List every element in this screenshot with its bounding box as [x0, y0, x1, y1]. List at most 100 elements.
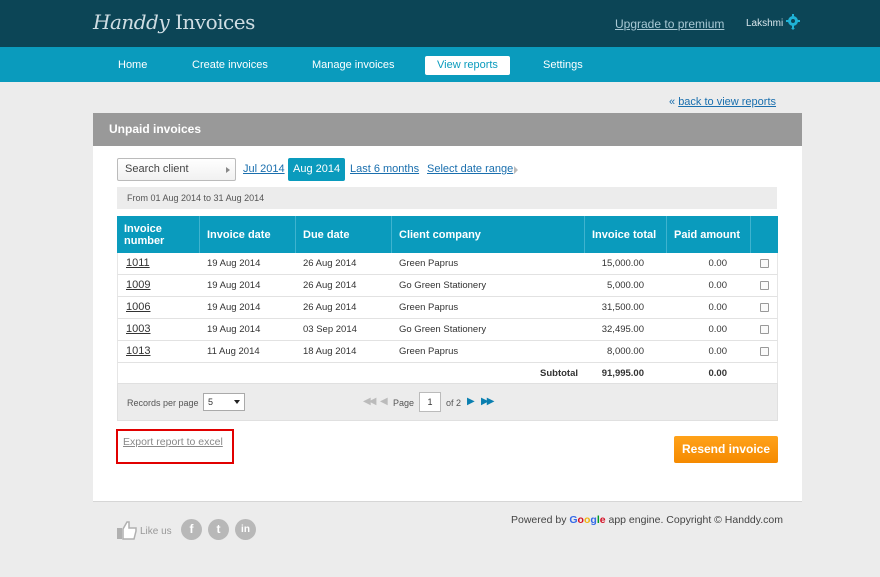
- invoice-date: 19 Aug 2014: [207, 258, 261, 269]
- google-letter: G: [569, 514, 578, 526]
- records-per-page-select[interactable]: 5: [203, 393, 245, 411]
- double-chevron-left-icon: «: [669, 96, 676, 108]
- paid-amount: 0.00: [708, 346, 728, 357]
- first-page-icon[interactable]: ◀◀: [363, 396, 376, 407]
- prev-page-icon[interactable]: ◀: [380, 396, 388, 407]
- export-to-excel-link[interactable]: Export report to excel: [123, 436, 223, 448]
- paid-amount: 0.00: [708, 258, 728, 269]
- nav-create-invoices[interactable]: Create invoices: [180, 56, 280, 75]
- due-date: 03 Sep 2014: [303, 324, 357, 335]
- col-invoice-date[interactable]: Invoice date: [200, 216, 296, 253]
- col-select: [751, 216, 778, 253]
- row-checkbox[interactable]: [760, 281, 769, 290]
- period-select-date-range[interactable]: Select date range: [427, 158, 513, 181]
- col-invoice-number[interactable]: Invoice number: [117, 216, 200, 253]
- back-link-label: back to view reports: [678, 96, 777, 108]
- page-title: Unpaid invoices: [93, 113, 802, 146]
- col-client-company[interactable]: Client company: [392, 216, 585, 253]
- powered-suffix: app engine. Copyright © Handdy.com: [608, 514, 783, 526]
- resend-invoice-button[interactable]: Resend invoice: [674, 436, 778, 463]
- table-row: 1003 19 Aug 2014 03 Sep 2014 Go Green St…: [117, 319, 778, 341]
- gear-icon[interactable]: [785, 14, 801, 30]
- due-date: 26 Aug 2014: [303, 302, 357, 313]
- chevron-right-icon: [514, 166, 518, 174]
- client-company: Green Paprus: [399, 346, 459, 357]
- user-name[interactable]: Lakshmi: [746, 18, 783, 29]
- top-bar: Handdy Invoices Upgrade to premium Laksh…: [0, 0, 880, 47]
- nav-home[interactable]: Home: [106, 56, 159, 75]
- invoice-total: 32,495.00: [601, 324, 644, 335]
- logo-brand: Handdy: [93, 10, 170, 34]
- linkedin-icon[interactable]: in: [235, 519, 256, 540]
- invoice-number-link[interactable]: 1011: [126, 253, 150, 274]
- search-client-dropdown[interactable]: Search client: [117, 158, 236, 181]
- period-jul-2014[interactable]: Jul 2014: [243, 158, 285, 181]
- main-nav: Home Create invoices Manage invoices Vie…: [0, 47, 880, 82]
- upgrade-link[interactable]: Upgrade to premium: [615, 17, 724, 31]
- records-per-page-label: Records per page: [127, 398, 199, 408]
- invoice-total: 15,000.00: [601, 258, 644, 269]
- col-label: Paid amount: [674, 228, 741, 241]
- report-panel: Unpaid invoices Search client Jul 2014 A…: [93, 113, 802, 502]
- row-checkbox[interactable]: [760, 259, 769, 268]
- table-row: 1009 19 Aug 2014 26 Aug 2014 Go Green St…: [117, 275, 778, 297]
- google-letter: e: [599, 514, 606, 526]
- chevron-right-icon: [226, 167, 230, 173]
- pagination-bar: Records per page 5 ◀◀ ◀ Page 1 of 2 ▶ ▶▶: [117, 383, 778, 421]
- twitter-icon[interactable]: t: [208, 519, 229, 540]
- col-label: Due date: [303, 228, 350, 241]
- facebook-icon[interactable]: f: [181, 519, 202, 540]
- google-logo: Google: [569, 514, 605, 526]
- client-company: Green Paprus: [399, 258, 459, 269]
- invoice-total: 31,500.00: [601, 302, 644, 313]
- invoice-number-link[interactable]: 1009: [126, 275, 150, 296]
- paid-amount: 0.00: [708, 280, 728, 291]
- invoice-date: 19 Aug 2014: [207, 280, 261, 291]
- last-page-icon[interactable]: ▶▶: [481, 396, 494, 407]
- invoice-number-link[interactable]: 1013: [126, 341, 150, 362]
- col-label: Invoice date: [207, 228, 271, 241]
- col-invoice-total[interactable]: Invoice total: [585, 216, 667, 253]
- logo-rest: Invoices: [175, 10, 255, 34]
- records-per-page-value: 5: [208, 397, 214, 407]
- row-checkbox[interactable]: [760, 325, 769, 334]
- subtotal-total: 91,995.00: [601, 368, 644, 379]
- page-count: of 2: [446, 398, 462, 408]
- table-row: 1011 19 Aug 2014 26 Aug 2014 Green Papru…: [117, 253, 778, 275]
- paid-amount: 0.00: [708, 324, 728, 335]
- invoice-total: 8,000.00: [607, 346, 644, 357]
- next-page-icon[interactable]: ▶: [467, 396, 475, 407]
- col-paid-amount[interactable]: Paid amount: [667, 216, 751, 253]
- paid-amount: 0.00: [708, 302, 728, 313]
- app-logo[interactable]: Handdy Invoices: [93, 10, 255, 34]
- table-header: Invoice number Invoice date Due date Cli…: [117, 216, 778, 253]
- search-client-label: Search client: [125, 163, 189, 175]
- invoice-date: 19 Aug 2014: [207, 324, 261, 335]
- col-due-date[interactable]: Due date: [296, 216, 392, 253]
- table-row: 1013 11 Aug 2014 18 Aug 2014 Green Papru…: [117, 341, 778, 363]
- nav-settings[interactable]: Settings: [531, 56, 595, 75]
- invoice-date: 11 Aug 2014: [207, 346, 260, 357]
- back-to-view-reports-link[interactable]: « back to view reports: [669, 96, 776, 108]
- due-date: 18 Aug 2014: [303, 346, 357, 357]
- row-checkbox[interactable]: [760, 303, 769, 312]
- client-company: Green Paprus: [399, 302, 459, 313]
- period-last-6-months[interactable]: Last 6 months: [350, 158, 419, 181]
- client-company: Go Green Stationery: [399, 280, 487, 291]
- col-label: Invoice number: [124, 222, 165, 247]
- invoice-number-link[interactable]: 1003: [126, 319, 150, 340]
- footer-copyright: Powered by Google app engine. Copyright …: [511, 514, 783, 526]
- invoice-date: 19 Aug 2014: [207, 302, 261, 313]
- invoice-number-link[interactable]: 1006: [126, 297, 150, 318]
- period-aug-2014[interactable]: Aug 2014: [288, 158, 346, 181]
- table-row: 1006 19 Aug 2014 26 Aug 2014 Green Papru…: [117, 297, 778, 319]
- col-label: Client company: [399, 228, 481, 241]
- nav-manage-invoices[interactable]: Manage invoices: [300, 56, 407, 75]
- invoice-total: 5,000.00: [607, 280, 644, 291]
- row-checkbox[interactable]: [760, 347, 769, 356]
- page-label: Page: [393, 398, 415, 408]
- page-number-input[interactable]: 1: [419, 392, 441, 412]
- subtotal-row: Subtotal 91,995.00 0.00: [117, 363, 778, 385]
- nav-view-reports[interactable]: View reports: [425, 56, 510, 75]
- powered-prefix: Powered by: [511, 514, 567, 526]
